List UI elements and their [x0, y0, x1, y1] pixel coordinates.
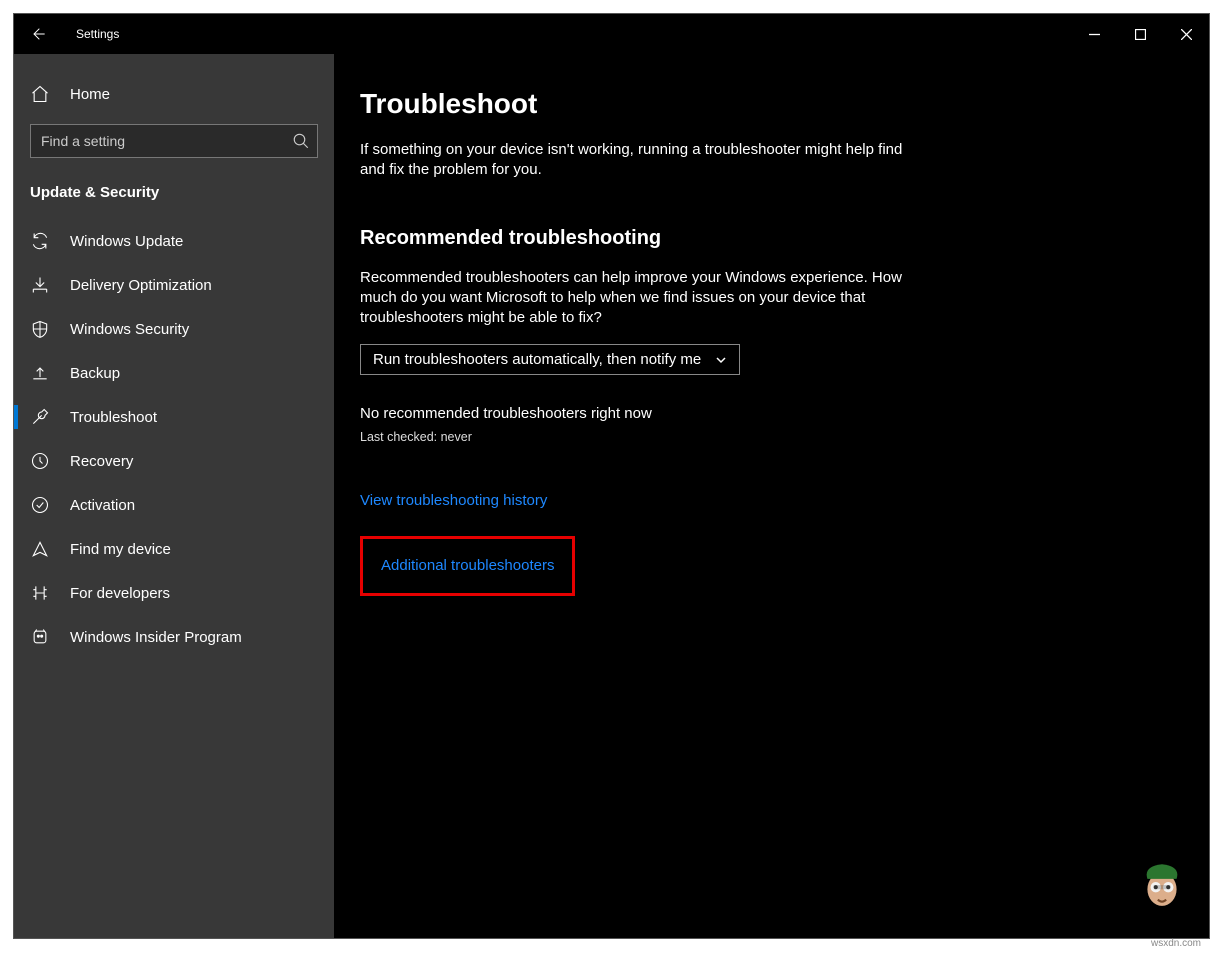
- search-wrap: [30, 124, 318, 158]
- recommended-description: Recommended troubleshooters can help imp…: [360, 268, 920, 329]
- last-checked-text: Last checked: never: [360, 430, 1209, 444]
- image-credit: wsxdn.com: [1151, 938, 1201, 949]
- window-controls: [1071, 14, 1209, 54]
- sidebar-item-for-developers[interactable]: For developers: [14, 571, 334, 615]
- search-input[interactable]: [30, 124, 318, 158]
- sidebar-item-label: Troubleshoot: [70, 409, 157, 426]
- sidebar-item-recovery[interactable]: Recovery: [14, 439, 334, 483]
- recovery-icon: [30, 451, 50, 471]
- wrench-icon: [30, 407, 50, 427]
- sidebar-item-backup[interactable]: Backup: [14, 351, 334, 395]
- sidebar-section-title: Update & Security: [14, 176, 334, 219]
- no-recommended-text: No recommended troubleshooters right now: [360, 405, 1209, 422]
- insider-icon: [30, 627, 50, 647]
- sidebar-item-find-my-device[interactable]: Find my device: [14, 527, 334, 571]
- watermark-mascot: [1141, 858, 1183, 908]
- shield-icon: [30, 319, 50, 339]
- page-heading: Troubleshoot: [360, 88, 1209, 120]
- sidebar-item-windows-insider[interactable]: Windows Insider Program: [14, 615, 334, 659]
- close-button[interactable]: [1163, 14, 1209, 54]
- arrow-left-icon: [30, 26, 46, 42]
- close-icon: [1181, 29, 1192, 40]
- page-intro: If something on your device isn't workin…: [360, 140, 920, 181]
- sidebar-item-label: Windows Insider Program: [70, 629, 242, 646]
- developer-icon: [30, 583, 50, 603]
- recommended-heading: Recommended troubleshooting: [360, 227, 1209, 250]
- location-icon: [30, 539, 50, 559]
- content-body: Home Update & Security Windows Update De…: [14, 54, 1209, 938]
- maximize-icon: [1135, 29, 1146, 40]
- sidebar: Home Update & Security Windows Update De…: [14, 54, 334, 938]
- sidebar-item-delivery-optimization[interactable]: Delivery Optimization: [14, 263, 334, 307]
- home-button[interactable]: Home: [14, 74, 334, 114]
- chevron-down-icon: [715, 354, 727, 366]
- main-panel: Troubleshoot If something on your device…: [334, 54, 1209, 938]
- home-label: Home: [70, 86, 110, 103]
- sidebar-item-windows-update[interactable]: Windows Update: [14, 219, 334, 263]
- minimize-icon: [1089, 29, 1100, 40]
- sync-icon: [30, 231, 50, 251]
- settings-window: Settings Home Update & Security Windows …: [14, 14, 1209, 938]
- back-button[interactable]: [14, 14, 62, 54]
- sidebar-item-label: For developers: [70, 585, 170, 602]
- sidebar-item-troubleshoot[interactable]: Troubleshoot: [14, 395, 334, 439]
- sidebar-item-label: Windows Security: [70, 321, 189, 338]
- sidebar-item-activation[interactable]: Activation: [14, 483, 334, 527]
- sidebar-item-label: Recovery: [70, 453, 133, 470]
- sidebar-item-windows-security[interactable]: Windows Security: [14, 307, 334, 351]
- sidebar-item-label: Find my device: [70, 541, 171, 558]
- backup-icon: [30, 363, 50, 383]
- sidebar-item-label: Windows Update: [70, 233, 183, 250]
- sidebar-nav: Windows Update Delivery Optimization Win…: [14, 219, 334, 659]
- maximize-button[interactable]: [1117, 14, 1163, 54]
- view-history-link[interactable]: View troubleshooting history: [360, 492, 547, 509]
- titlebar: Settings: [14, 14, 1209, 54]
- minimize-button[interactable]: [1071, 14, 1117, 54]
- additional-troubleshooters-link[interactable]: Additional troubleshooters: [381, 557, 554, 574]
- additional-troubleshooters-highlight: Additional troubleshooters: [360, 536, 575, 596]
- sidebar-item-label: Backup: [70, 365, 120, 382]
- home-icon: [30, 84, 50, 104]
- dropdown-value: Run troubleshooters automatically, then …: [373, 351, 701, 368]
- troubleshoot-mode-dropdown[interactable]: Run troubleshooters automatically, then …: [360, 344, 740, 375]
- delivery-icon: [30, 275, 50, 295]
- search-icon: [292, 132, 310, 150]
- sidebar-item-label: Delivery Optimization: [70, 277, 212, 294]
- check-circle-icon: [30, 495, 50, 515]
- window-title: Settings: [76, 27, 119, 41]
- sidebar-item-label: Activation: [70, 497, 135, 514]
